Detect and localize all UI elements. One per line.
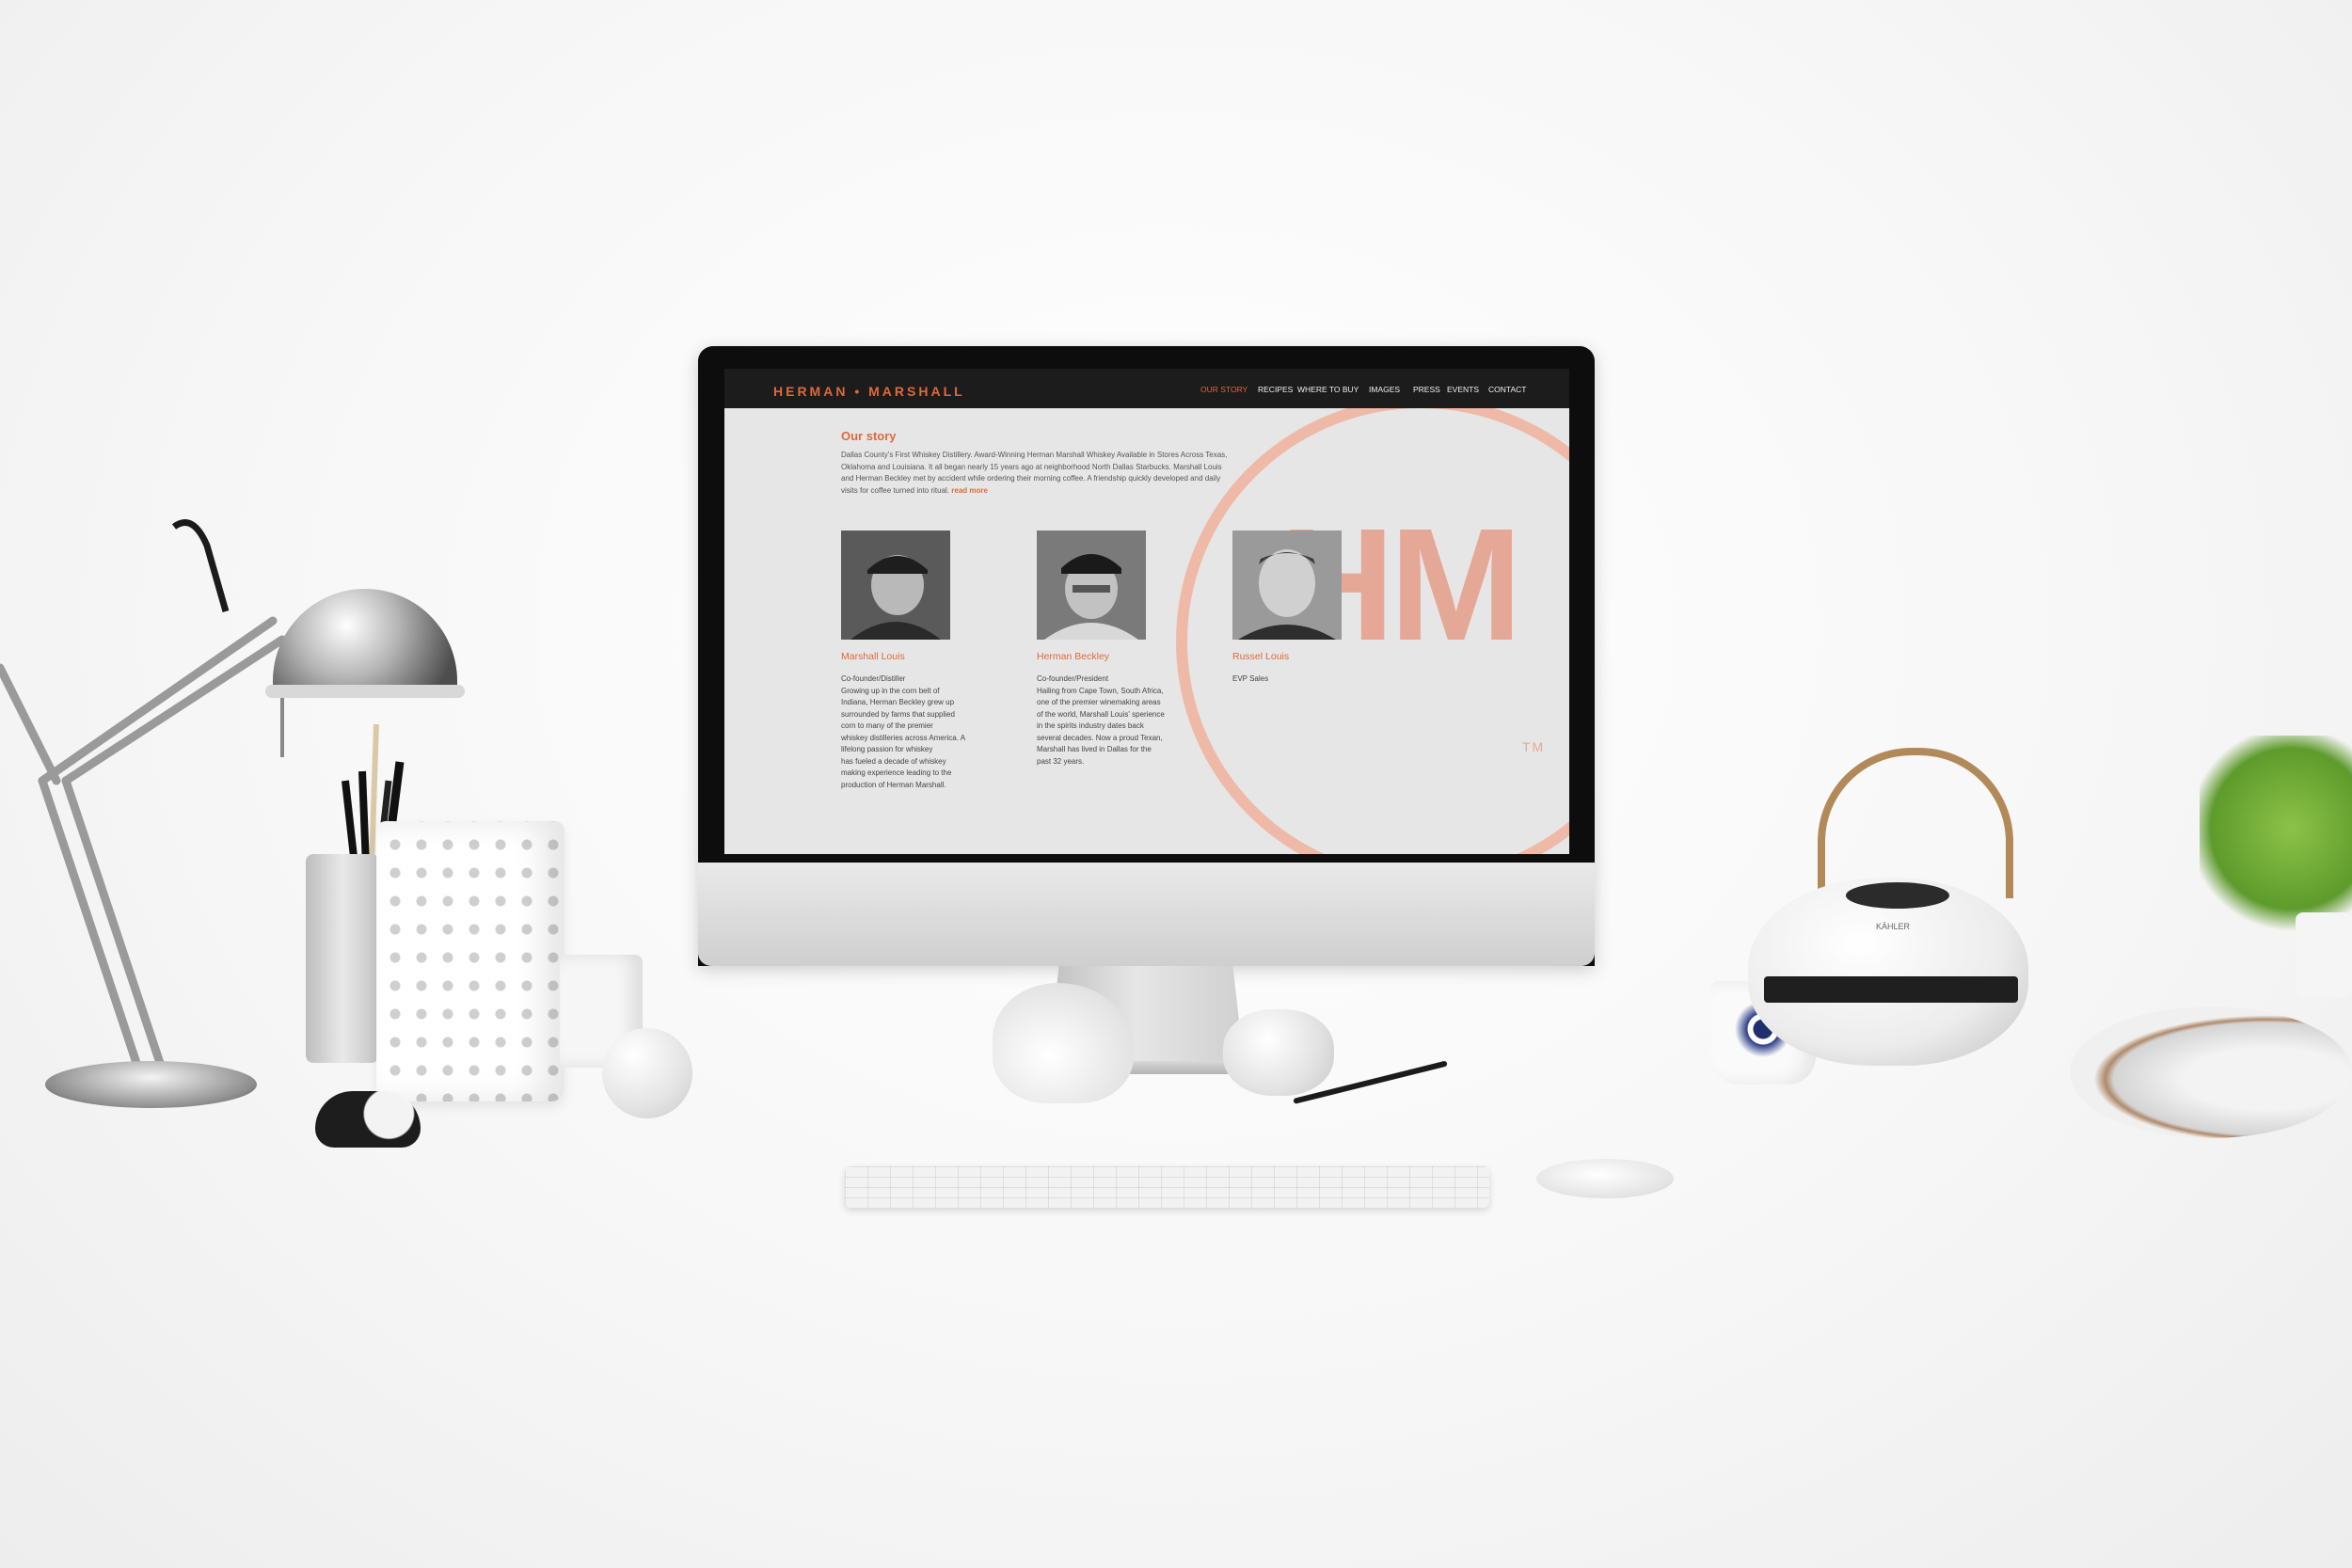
nav-where-to-buy[interactable]: WHERE TO BUY xyxy=(1297,385,1359,394)
teapot-band xyxy=(1764,976,2018,1003)
lamp-shade-rim xyxy=(265,685,465,698)
person-name: Russel Louis xyxy=(1232,651,1290,662)
person-name: Marshall Louis xyxy=(841,651,905,662)
story-paragraph: Dallas County's First Whiskey Distillery… xyxy=(841,450,1236,497)
trademark-label: TM xyxy=(1522,739,1546,754)
headphones xyxy=(2070,1006,2352,1138)
teapot-handle xyxy=(1818,748,2013,898)
site-logo[interactable]: HERMAN • MARSHALL xyxy=(773,384,965,399)
nav-contact[interactable]: CONTACT xyxy=(1488,385,1526,394)
lamp-base xyxy=(45,1061,257,1108)
nav-press[interactable]: PRESS xyxy=(1413,385,1440,394)
mouse[interactable] xyxy=(1536,1159,1674,1198)
person-bio: EVP Sales xyxy=(1232,674,1269,683)
website-screen: HM TM HERMAN • MARSHALL OUR STORY RECIPE… xyxy=(724,369,1569,854)
nav-our-story[interactable]: OUR STORY xyxy=(1200,385,1248,394)
nav-events[interactable]: EVENTS xyxy=(1447,385,1479,394)
nav-recipes[interactable]: RECIPES xyxy=(1258,385,1293,394)
person-bio: Co-founder/Distiller Growing up in the c… xyxy=(841,674,966,789)
glass-orb-ornament xyxy=(602,1028,692,1118)
page-title: Our story xyxy=(841,429,897,443)
site-navbar: HERMAN • MARSHALL OUR STORY RECIPES WHER… xyxy=(724,369,1569,408)
nav-images[interactable]: IMAGES xyxy=(1369,385,1400,394)
person-bio: Co-founder/President Hailing from Cape T… xyxy=(1037,674,1165,766)
keyboard[interactable] xyxy=(845,1166,1489,1208)
concrete-pencil-cup xyxy=(306,854,379,1063)
panda-figurine xyxy=(315,1091,421,1148)
portrait-marshall-louis xyxy=(841,531,950,640)
apple-logo-icon xyxy=(1127,897,1165,941)
portrait-herman-beckley xyxy=(1037,531,1146,640)
story-text: Dallas County's First Whiskey Distillery… xyxy=(841,451,1228,495)
portrait-russel-louis xyxy=(1232,531,1342,640)
person-name: Herman Beckley xyxy=(1037,651,1110,662)
read-more-link[interactable]: read more xyxy=(951,486,988,495)
crumpled-paper-ball xyxy=(1223,1009,1334,1096)
plant-pot xyxy=(2296,912,2352,997)
teapot-lid xyxy=(1846,882,1949,909)
perforated-candle-holder xyxy=(376,821,564,1101)
potted-plant xyxy=(2200,736,2352,942)
teapot-brand-label: KÄHLER xyxy=(1876,922,1911,931)
